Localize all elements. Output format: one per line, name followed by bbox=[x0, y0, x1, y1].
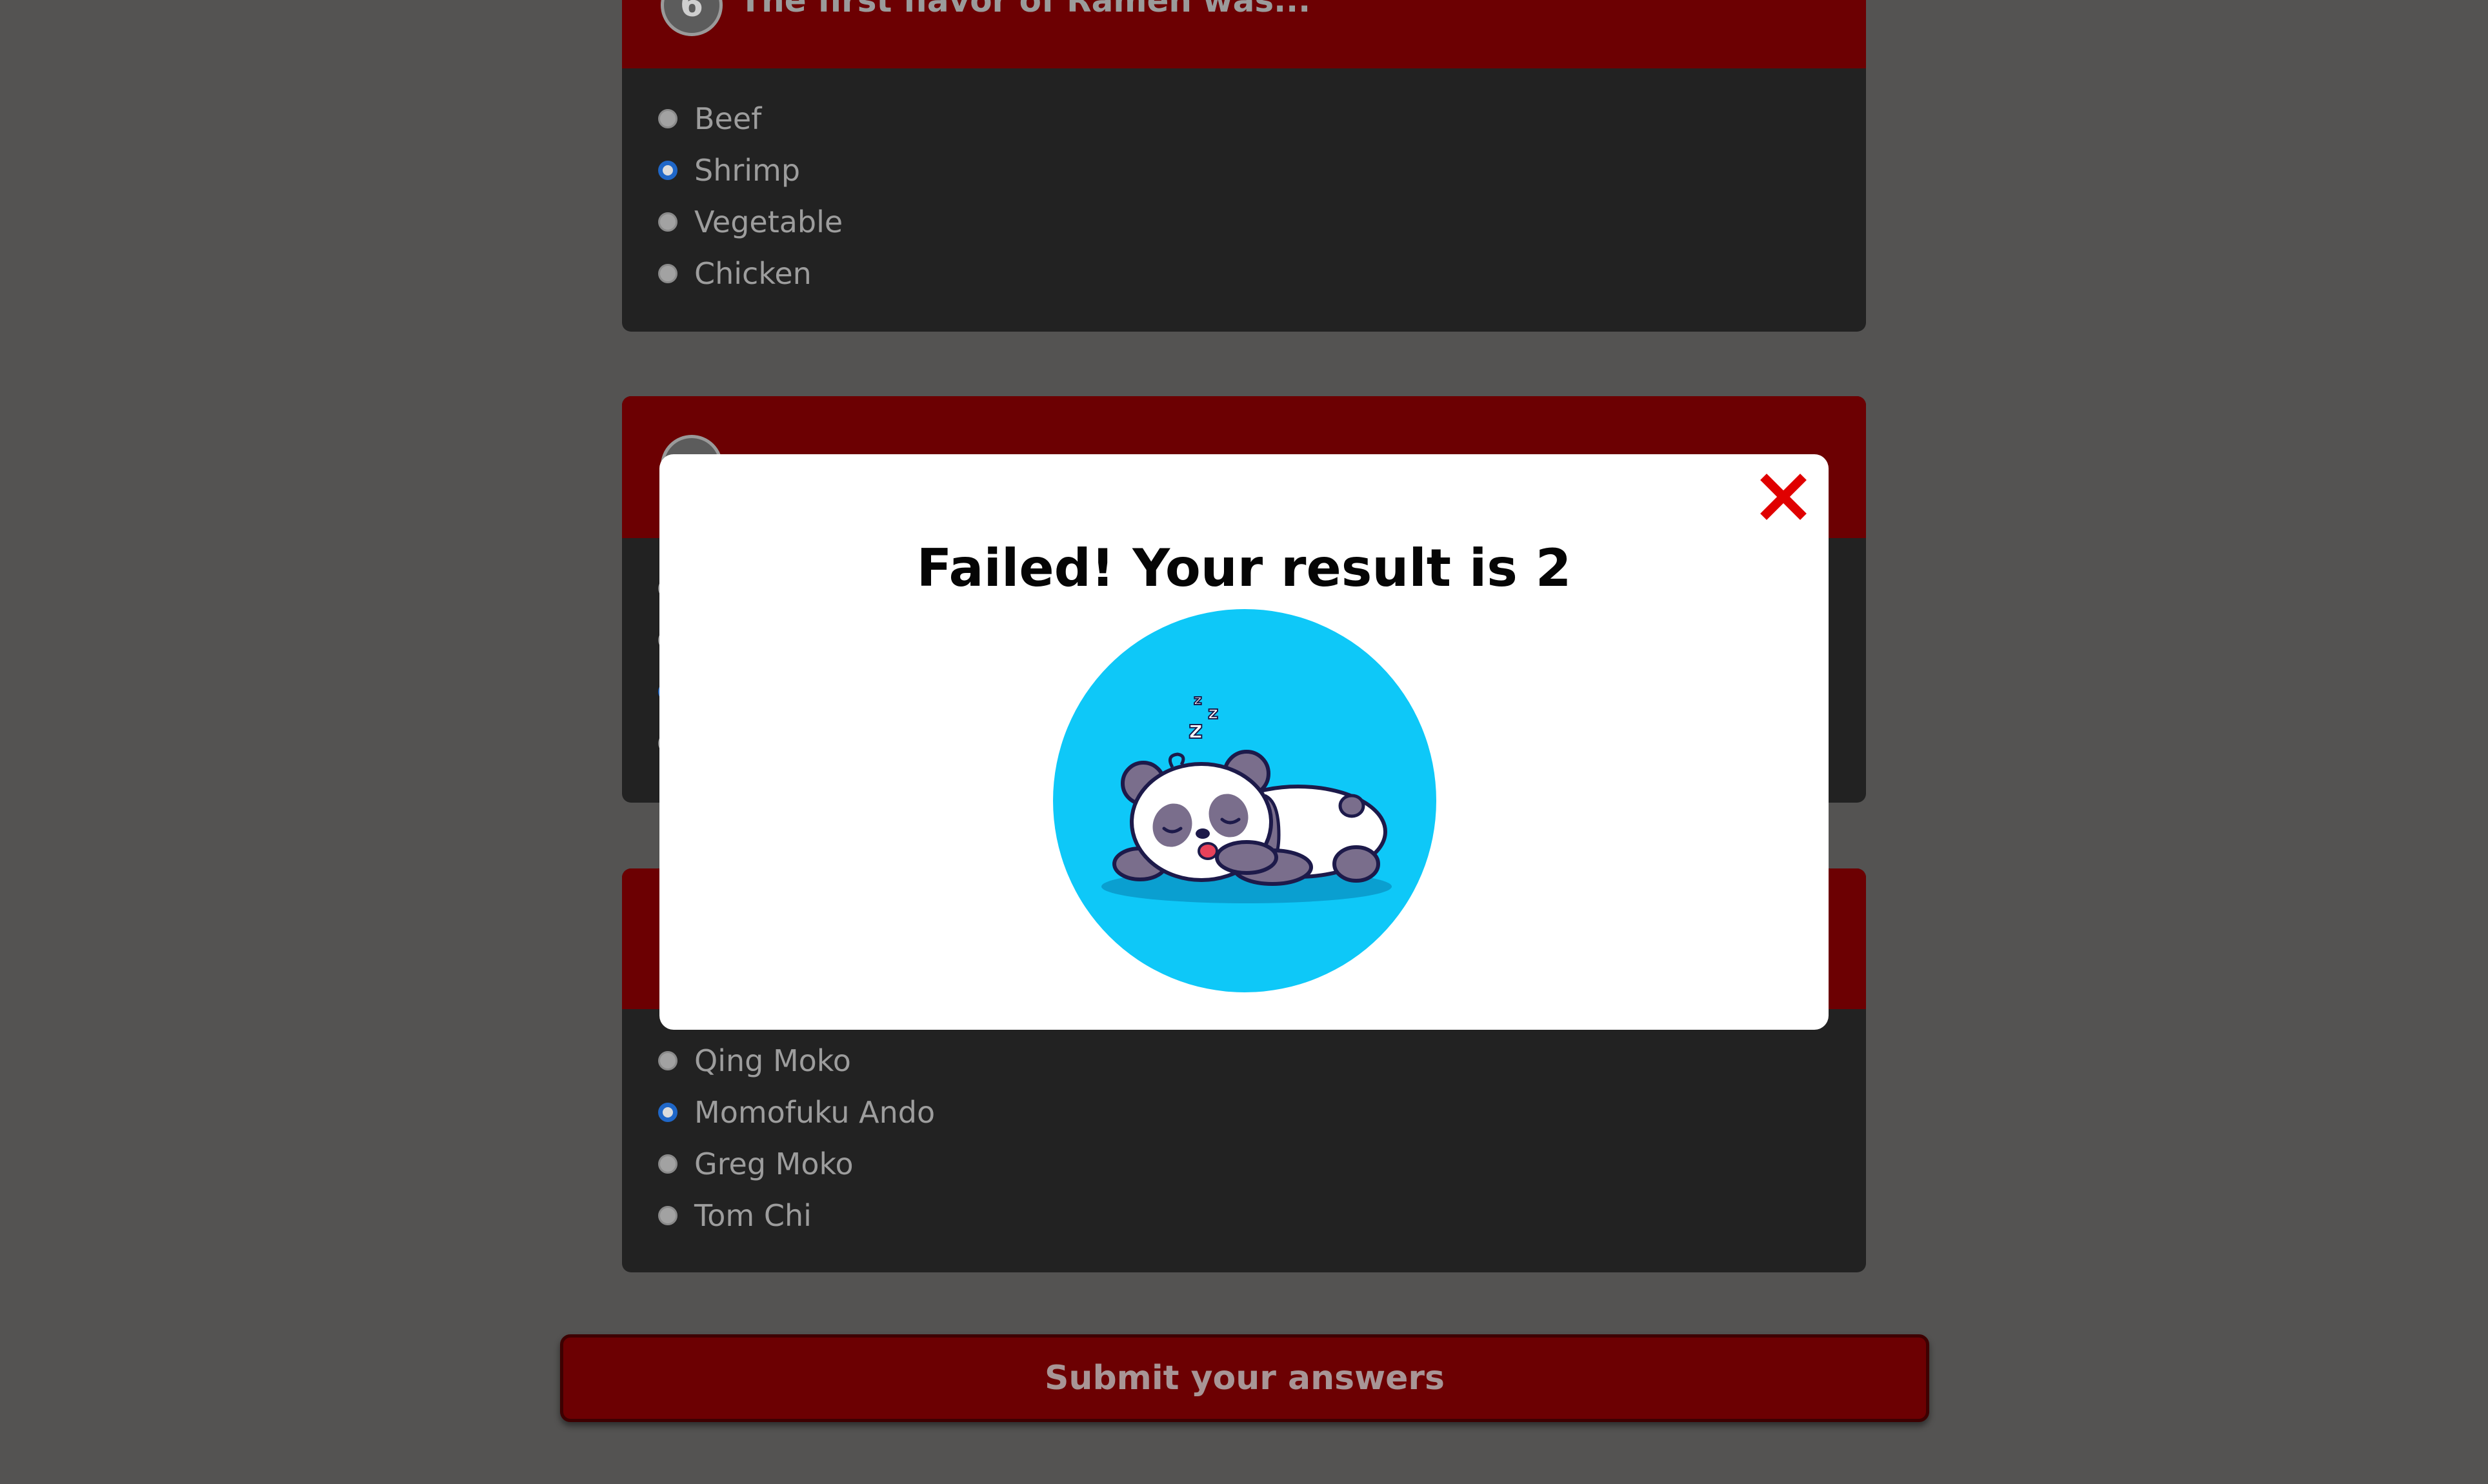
svg-text:z: z bbox=[1194, 692, 1202, 708]
answer-option[interactable]: Tom Chi bbox=[656, 1190, 935, 1241]
option-label: Greg Moko bbox=[694, 1147, 854, 1181]
svg-text:z: z bbox=[1189, 716, 1203, 744]
option-label: Beef bbox=[694, 101, 762, 136]
answer-option[interactable]: Beef bbox=[656, 93, 843, 145]
question-card-1: 6 The first flavor of Ramen was... Beef … bbox=[622, 0, 1866, 332]
answer-option[interactable]: Chicken bbox=[656, 248, 843, 299]
close-icon[interactable] bbox=[1758, 471, 1809, 523]
option-label: Chicken bbox=[694, 256, 812, 291]
option-label: Tom Chi bbox=[694, 1198, 812, 1233]
answer-option[interactable]: Momofuku Ando bbox=[656, 1087, 935, 1138]
question-header: 6 The first flavor of Ramen was... bbox=[622, 0, 1866, 68]
radio-button-selected[interactable] bbox=[658, 1103, 677, 1122]
option-label: Qing Moko bbox=[694, 1043, 851, 1078]
question-text: The first flavor of Ramen was... bbox=[739, 0, 1311, 19]
radio-button[interactable] bbox=[658, 1154, 677, 1174]
answer-option[interactable]: Greg Moko bbox=[656, 1138, 935, 1190]
option-label: Shrimp bbox=[694, 153, 801, 188]
sleeping-panda-icon: z z z bbox=[1053, 609, 1436, 992]
option-label: Vegetable bbox=[694, 205, 843, 239]
answer-option[interactable]: Vegetable bbox=[656, 196, 843, 248]
radio-button[interactable] bbox=[658, 264, 677, 283]
radio-button-selected[interactable] bbox=[658, 161, 677, 180]
answer-options: Qing Moko Momofuku Ando Greg Moko Tom Ch… bbox=[656, 1035, 935, 1241]
option-label: Momofuku Ando bbox=[694, 1095, 936, 1130]
svg-text:z: z bbox=[1208, 702, 1218, 723]
answer-option[interactable]: Qing Moko bbox=[656, 1035, 935, 1087]
radio-button[interactable] bbox=[658, 212, 677, 232]
radio-button[interactable] bbox=[658, 1051, 677, 1070]
radio-button[interactable] bbox=[658, 109, 677, 128]
result-title: Failed! Your result is 2 bbox=[916, 538, 1572, 598]
answer-option[interactable]: Shrimp bbox=[656, 145, 843, 196]
result-modal: Failed! Your result is 2 z z z bbox=[659, 454, 1829, 1030]
radio-button[interactable] bbox=[658, 1206, 677, 1225]
submit-answers-button[interactable]: Submit your answers bbox=[560, 1334, 1929, 1422]
question-number-badge: 6 bbox=[661, 0, 723, 36]
answer-options: Beef Shrimp Vegetable Chicken bbox=[656, 93, 843, 299]
